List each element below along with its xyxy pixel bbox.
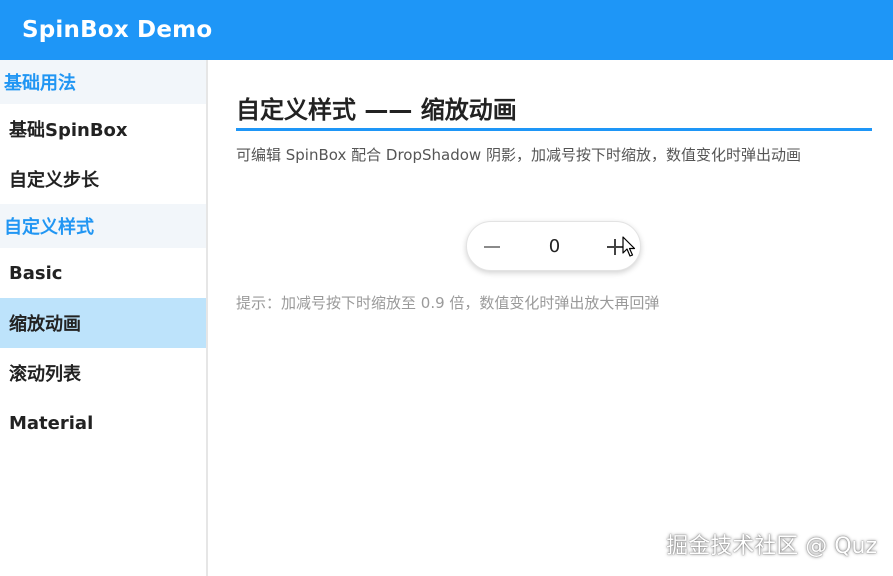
spinbox-value-input[interactable] [517,222,592,270]
sidebar: 基础用法 基础SpinBox 自定义步长 自定义样式 Basic 缩放动画 滚动… [0,60,208,576]
sidebar-group-custom-style: 自定义样式 [0,204,206,248]
sidebar-item-scale-animation[interactable]: 缩放动画 [0,298,206,348]
decrement-button[interactable] [467,222,517,272]
minus-icon [484,246,500,248]
watermark: 掘金技术社区 @ Quz [666,534,877,559]
sidebar-group-basic: 基础用法 [0,60,206,104]
main-content: 自定义样式 —— 缩放动画 可编辑 SpinBox 配合 DropShadow … [210,60,893,576]
sidebar-item-basic-spinbox[interactable]: 基础SpinBox [0,104,206,154]
page-title: 自定义样式 —— 缩放动画 [236,96,517,124]
sidebar-item-material[interactable]: Material [0,398,206,448]
sidebar-item-basic[interactable]: Basic [0,248,206,298]
page-description: 可编辑 SpinBox 配合 DropShadow 阴影，加减号按下时缩放，数值… [236,146,801,164]
mouse-cursor-icon [622,236,636,257]
sidebar-item-custom-step[interactable]: 自定义步长 [0,154,206,204]
app-title: SpinBox Demo [22,17,213,43]
app-header: SpinBox Demo [0,0,893,60]
hint-text: 提示：加减号按下时缩放至 0.9 倍，数值变化时弹出放大再回弹 [236,294,660,312]
spinbox [466,221,641,271]
title-divider [236,128,872,131]
sidebar-item-scroll-list[interactable]: 滚动列表 [0,348,206,398]
